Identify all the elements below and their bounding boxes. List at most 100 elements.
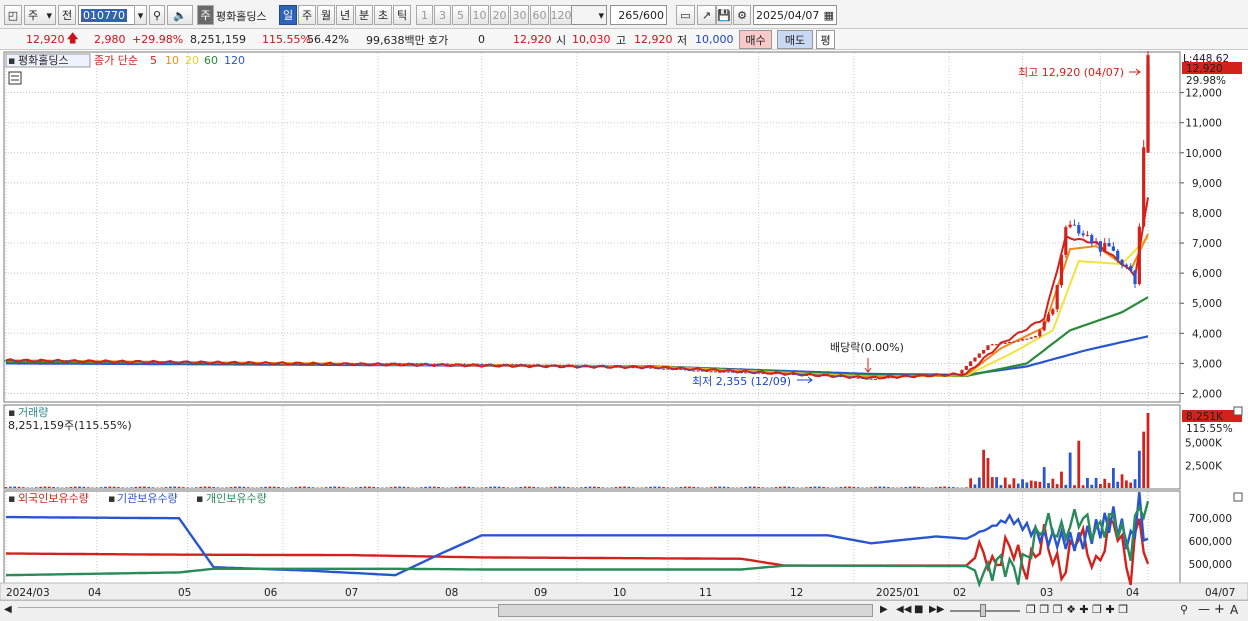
view-tool-icons[interactable]: ❐ ❐ ❐ ❖ ✚ ❐ ✚ ❐: [1026, 603, 1128, 616]
candle-body: [99, 361, 103, 363]
candle-body: [865, 378, 869, 380]
magnifier-icon[interactable]: ⚲: [1180, 603, 1188, 616]
volume-bar: [627, 486, 631, 488]
volume-bar: [1120, 474, 1124, 488]
candle-body: [419, 363, 423, 365]
speaker-icon[interactable]: 🔈: [167, 5, 193, 25]
volume-bar: [450, 487, 453, 488]
search-icon[interactable]: ⚲: [149, 5, 165, 25]
buy-button[interactable]: 매수: [739, 30, 772, 49]
period-button[interactable]: 틱: [393, 5, 411, 25]
candle-body: [800, 374, 804, 376]
line-tool-icon[interactable]: ↗: [697, 5, 716, 25]
volume-bar: [908, 486, 912, 488]
high-label: 고: [616, 33, 627, 47]
volume-bar: [839, 487, 843, 488]
scrollbar-thumb[interactable]: [498, 604, 873, 617]
volume-bar: [43, 486, 47, 488]
holdings-close-icon[interactable]: [1233, 492, 1243, 502]
table-toggle-icon[interactable]: [8, 71, 22, 85]
volume-bar: [264, 486, 267, 488]
candle-body: [30, 360, 34, 362]
period-button[interactable]: 월: [317, 5, 335, 25]
volume-bar: [519, 486, 523, 488]
code-dropdown-icon[interactable]: ▾: [134, 5, 147, 25]
period-button[interactable]: 분: [355, 5, 373, 25]
count-input[interactable]: 265/600: [610, 5, 667, 25]
interval-button[interactable]: 1: [416, 5, 433, 25]
period-button[interactable]: 초: [374, 5, 392, 25]
period-type-select[interactable]: 주 ▾: [24, 5, 56, 25]
stock-code-input[interactable]: 010770: [78, 5, 136, 25]
prev-button[interactable]: 전: [58, 5, 76, 25]
fast-forward-icon[interactable]: ▶▶: [929, 604, 944, 615]
candle-body: [108, 361, 112, 363]
zoom-slider-thumb[interactable]: [980, 604, 986, 617]
candle-body: [203, 362, 207, 364]
ma-60-label: 60: [204, 54, 218, 67]
candle-body: [142, 361, 147, 363]
open-price: 10,030: [572, 33, 611, 46]
interval-input[interactable]: ▾: [571, 5, 607, 25]
gear-icon[interactable]: ⚙: [733, 5, 751, 25]
volume-close-icon[interactable]: [1233, 406, 1243, 416]
volume-bar: [536, 487, 540, 488]
candle-body: [904, 375, 908, 377]
save-icon[interactable]: 💾: [716, 5, 732, 25]
volume-bar: [130, 487, 133, 488]
volume-bar: [489, 486, 492, 488]
scroll-left-icon[interactable]: ◀: [4, 604, 12, 615]
volume-bar: [389, 487, 393, 488]
holdings-tick-label: 600,000: [1189, 536, 1232, 548]
candle-body: [1142, 147, 1146, 227]
volume-bar: [238, 486, 241, 488]
candle-body: [337, 363, 341, 365]
rewind-icon[interactable]: ◀◀: [896, 604, 911, 615]
zoom-out-icon[interactable]: —: [1198, 602, 1210, 616]
interval-button[interactable]: 20: [490, 5, 509, 25]
candle-body: [882, 378, 886, 380]
sell-button[interactable]: 매도: [777, 30, 813, 49]
date-input[interactable]: 2025/04/07 ▦: [753, 5, 837, 25]
interval-button[interactable]: 30: [510, 5, 529, 25]
candle-body: [64, 360, 69, 362]
price-tick-label: 4,000: [1192, 328, 1222, 340]
interval-button[interactable]: 10: [470, 5, 489, 25]
period-button[interactable]: 주: [298, 5, 316, 25]
volume-bar: [982, 449, 986, 488]
candle-body: [307, 363, 311, 365]
scroll-right-icon[interactable]: ▶: [880, 604, 888, 615]
candle-body: [834, 376, 839, 378]
candle-body: [259, 364, 263, 366]
interval-button[interactable]: 5: [452, 5, 469, 25]
interval-button[interactable]: 60: [530, 5, 549, 25]
stock-code-value: 010770: [81, 8, 127, 22]
stock-chart[interactable]: 평화홀딩스 ▪ 종가 단순 5 10 20 60 120 최고 12,920 (…: [0, 51, 1248, 600]
volume-bar: [692, 486, 696, 488]
stop-icon[interactable]: ■: [914, 604, 923, 615]
candle-type-icon[interactable]: ▭: [676, 5, 695, 25]
eval-button[interactable]: 평: [816, 30, 835, 49]
period-button[interactable]: 년: [336, 5, 354, 25]
interval-button[interactable]: 3: [434, 5, 451, 25]
x-tick-label: 04/07: [1205, 587, 1235, 599]
x-tick-label: 09: [534, 587, 547, 599]
candle-body: [393, 362, 397, 364]
x-tick-label: 02: [953, 587, 966, 599]
candle-body: [436, 363, 441, 365]
candle-body: [1120, 259, 1124, 265]
candle-body: [186, 362, 190, 364]
period-button[interactable]: 일: [279, 5, 297, 25]
candle-body: [220, 363, 224, 365]
window-menu-icon[interactable]: ◰: [4, 5, 22, 25]
candle-body: [545, 365, 549, 367]
volume-bar: [900, 487, 903, 488]
interval-button[interactable]: 120: [550, 5, 572, 25]
volume-bar: [1116, 481, 1120, 488]
zoom-in-icon[interactable]: +: [1214, 602, 1225, 617]
candle-body: [1059, 254, 1064, 286]
candle-body: [475, 363, 480, 365]
trade-amount: 99,638백만: [366, 33, 425, 47]
candle-body: [718, 371, 722, 373]
font-size-icon[interactable]: A: [1230, 603, 1238, 617]
